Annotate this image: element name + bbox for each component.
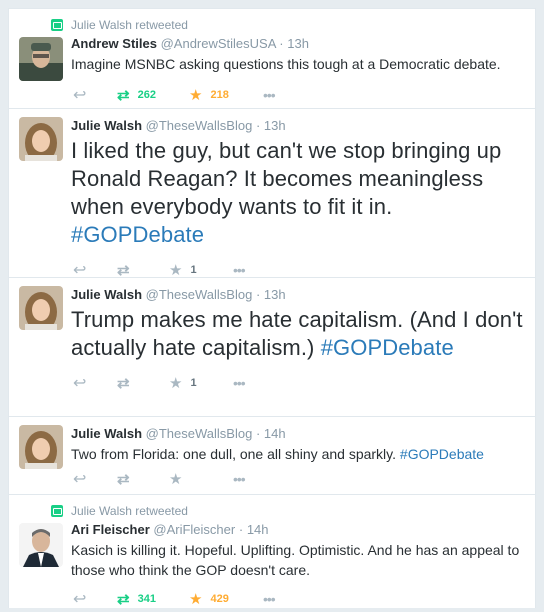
favorite-button[interactable]: ★ 429	[189, 590, 263, 608]
favorite-button[interactable]: ★	[169, 470, 233, 488]
reply-icon: ↩	[73, 471, 87, 488]
favorite-count: 1	[190, 264, 197, 276]
tweet-header: Ari Fleischer @AriFleischer · 14h	[71, 522, 269, 537]
retweet-context: Julie Walsh retweeted	[51, 17, 523, 33]
hashtag-link[interactable]: #GOPDebate	[71, 222, 204, 247]
reply-icon: ↩	[73, 87, 87, 104]
tweet-item[interactable]: Julie Walsh retweeted Andrew Stiles @And…	[9, 9, 535, 109]
tweet-text: Kasich is killing it. Hopeful. Uplifting…	[71, 542, 520, 578]
reply-icon: ↩	[73, 591, 87, 608]
more-icon: •••	[263, 87, 276, 103]
avatar-julie-walsh[interactable]	[19, 117, 63, 161]
tweet-item[interactable]: Julie Walsh @TheseWallsBlog · 13h I like…	[9, 109, 535, 280]
author-username[interactable]: @TheseWallsBlog	[146, 118, 253, 133]
avatar-ari-fleischer[interactable]	[19, 523, 63, 567]
retweet-button[interactable]: ⇄	[117, 374, 169, 392]
author-name[interactable]: Ari Fleischer	[71, 522, 150, 537]
retweet-context-icon	[51, 505, 63, 517]
tweet-actions: ↩ ⇄ 341 ★ 429 •••	[71, 586, 523, 612]
hashtag-link[interactable]: #GOPDebate	[321, 335, 454, 360]
avatar-julie-walsh[interactable]	[19, 286, 63, 330]
favorite-button[interactable]: ★ 1	[169, 374, 233, 392]
tweet-header: Julie Walsh @TheseWallsBlog · 14h	[71, 426, 286, 441]
favorite-count: 218	[210, 89, 229, 101]
favorite-button[interactable]: ★ 218	[189, 86, 263, 104]
tweet-timestamp[interactable]: 13h	[264, 118, 286, 133]
reply-icon: ↩	[73, 262, 87, 279]
reply-button[interactable]: ↩	[73, 373, 117, 393]
author-username[interactable]: @AndrewStilesUSA	[161, 36, 276, 51]
retweet-count: 341	[137, 593, 156, 605]
tweet-header: Andrew Stiles @AndrewStilesUSA · 13h	[71, 36, 309, 51]
reply-button[interactable]: ↩	[73, 469, 117, 489]
favorite-count: 429	[210, 593, 229, 605]
tweet-text: I liked the guy, but can't we stop bring…	[71, 138, 502, 247]
tweet-timeline: Julie Walsh retweeted Andrew Stiles @And…	[8, 8, 536, 608]
more-button[interactable]: •••	[233, 375, 285, 391]
author-username[interactable]: @TheseWallsBlog	[146, 426, 253, 441]
retweet-icon: ⇄	[117, 87, 130, 104]
retweet-button[interactable]: ⇄	[117, 470, 169, 488]
retweet-icon: ⇄	[117, 591, 130, 608]
retweet-context: Julie Walsh retweeted	[51, 503, 523, 519]
tweet-timestamp[interactable]: 14h	[264, 426, 286, 441]
tweet-text: Imagine MSNBC asking questions this toug…	[71, 56, 501, 72]
reply-icon: ↩	[73, 375, 87, 392]
star-icon: ★	[169, 262, 183, 279]
author-username[interactable]: @AriFleischer	[153, 522, 235, 537]
tweet-timestamp[interactable]: 14h	[247, 522, 269, 537]
favorite-count: 1	[190, 377, 197, 389]
author-username[interactable]: @TheseWallsBlog	[146, 287, 253, 302]
tweet-header: Julie Walsh @TheseWallsBlog · 13h	[71, 287, 286, 302]
avatar-julie-walsh[interactable]	[19, 425, 63, 469]
retweet-button[interactable]: ⇄ 262	[117, 86, 189, 104]
star-icon: ★	[169, 375, 183, 392]
more-button[interactable]: •••	[263, 591, 315, 607]
tweet-actions: ↩ ⇄ ★ •••	[71, 466, 523, 492]
hashtag-link[interactable]: #GOPDebate	[400, 446, 484, 462]
retweet-icon: ⇄	[117, 262, 130, 279]
reply-button[interactable]: ↩	[73, 85, 117, 105]
retweet-count: 262	[137, 89, 156, 101]
tweet-item[interactable]: Julie Walsh retweeted Ari Fleischer @Ari…	[9, 495, 535, 608]
retweet-icon: ⇄	[117, 375, 130, 392]
star-icon: ★	[189, 87, 203, 104]
favorite-button[interactable]: ★ 1	[169, 261, 233, 279]
retweet-button[interactable]: ⇄ 341	[117, 590, 189, 608]
reply-button[interactable]: ↩	[73, 260, 117, 280]
tweet-text: Two from Florida: one dull, one all shin…	[71, 446, 484, 462]
more-icon: •••	[233, 262, 246, 278]
tweet-text: Trump makes me hate capitalism. (And I d…	[71, 307, 523, 360]
more-icon: •••	[263, 591, 276, 607]
more-button[interactable]: •••	[233, 471, 285, 487]
tweet-item[interactable]: Julie Walsh @TheseWallsBlog · 13h Trump …	[9, 278, 535, 417]
retweet-icon: ⇄	[117, 471, 130, 488]
star-icon: ★	[169, 471, 183, 488]
author-name[interactable]: Julie Walsh	[71, 118, 142, 133]
tweet-timestamp[interactable]: 13h	[264, 287, 286, 302]
tweet-header: Julie Walsh @TheseWallsBlog · 13h	[71, 118, 286, 133]
tweet-timestamp[interactable]: 13h	[287, 36, 309, 51]
author-name[interactable]: Julie Walsh	[71, 287, 142, 302]
tweet-actions: ↩ ⇄ ★ 1 •••	[71, 370, 523, 396]
tweet-item[interactable]: Julie Walsh @TheseWallsBlog · 14h Two fr…	[9, 417, 535, 495]
author-name[interactable]: Julie Walsh	[71, 426, 142, 441]
avatar-andrew-stiles[interactable]	[19, 37, 63, 81]
more-icon: •••	[233, 375, 246, 391]
more-button[interactable]: •••	[233, 262, 285, 278]
retweet-button[interactable]: ⇄	[117, 261, 169, 279]
star-icon: ★	[189, 591, 203, 608]
more-button[interactable]: •••	[263, 87, 315, 103]
reply-button[interactable]: ↩	[73, 589, 117, 609]
author-name[interactable]: Andrew Stiles	[71, 36, 157, 51]
retweet-context-icon	[51, 19, 63, 31]
more-icon: •••	[233, 471, 246, 487]
tweet-actions: ↩ ⇄ 262 ★ 218 •••	[71, 82, 523, 108]
